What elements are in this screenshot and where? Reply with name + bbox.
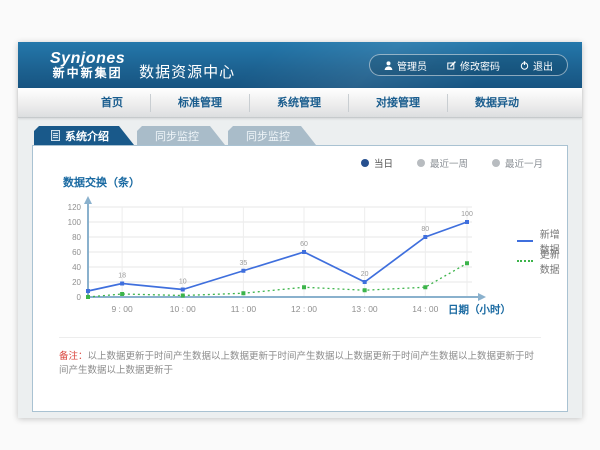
tab-label: 同步监控 [246,128,290,144]
logo-text-en: Synjones [50,50,125,68]
company-logo: Synjones 新中新集团 [50,50,125,81]
chart-area: 0 20 40 60 80 100 120 9 : 00 10 : 00 11 : 00 12 : … [33,193,567,331]
svg-text:10: 10 [179,279,187,286]
chart-legend: 新增数据 更新数据 [517,231,567,331]
tab-system-intro[interactable]: 系统介绍 [34,126,134,145]
radio-label: 最近一周 [430,156,468,170]
tab-bar: 系统介绍 同步监控 同步监控 [34,126,568,145]
radio-last-week[interactable]: 最近一周 [417,156,468,170]
svg-text:13 : 00: 13 : 00 [352,304,378,314]
radio-label: 最近一月 [505,156,543,170]
current-user-label: 管理员 [397,58,427,73]
svg-text:40: 40 [72,263,81,272]
tab-sync-monitor-2[interactable]: 同步监控 [228,126,316,145]
svg-text:100: 100 [68,218,82,227]
svg-text:14 : 00: 14 : 00 [412,304,438,314]
svg-text:20: 20 [361,271,369,278]
svg-text:0: 0 [77,293,82,302]
legend-line-solid [517,240,533,242]
svg-text:日期（小时）: 日期（小时） [448,303,511,316]
nav-item-standard-mgmt[interactable]: 标准管理 [150,94,249,112]
logout-label: 退出 [533,58,553,73]
radio-icon [361,159,369,167]
user-menu: 管理员 修改密码 退出 [369,54,568,76]
svg-text:80: 80 [421,226,429,233]
page-title: 数据资源中心 [139,61,235,82]
change-password-button[interactable]: 修改密码 [437,58,510,73]
app-header: Synjones 新中新集团 数据资源中心 管理员 修改密码 退出 [18,42,582,88]
nav-item-system-mgmt[interactable]: 系统管理 [249,94,348,112]
svg-text:35: 35 [239,260,247,267]
change-password-label: 修改密码 [460,58,500,73]
power-icon [520,61,529,70]
legend-label: 更新数据 [540,246,567,276]
chart-panel: 当日 最近一周 最近一月 数据交换（条） 0 20 40 60 80 100 120 9 : … [32,145,568,412]
radio-today[interactable]: 当日 [361,156,393,170]
nav-item-interface-mgmt[interactable]: 对接管理 [348,94,447,112]
svg-text:80: 80 [72,233,81,242]
radio-last-month[interactable]: 最近一月 [492,156,543,170]
note-prefix: 备注： [59,351,88,362]
svg-text:20: 20 [72,278,81,287]
legend-line-dotted [517,260,533,262]
edit-icon [447,61,456,70]
tab-label: 同步监控 [155,128,199,144]
content-area: 系统介绍 同步监控 同步监控 当日 最近一周 [18,118,582,418]
radio-icon [417,159,425,167]
y-axis-title: 数据交换（条） [63,174,567,189]
svg-text:12 : 00: 12 : 00 [291,304,317,314]
legend-item-update-data: 更新数据 [517,251,567,271]
svg-text:60: 60 [72,248,81,257]
nav-item-data-change[interactable]: 数据异动 [447,94,546,112]
svg-text:100: 100 [461,211,473,218]
logout-button[interactable]: 退出 [510,58,563,73]
user-icon [384,61,393,70]
svg-text:9 : 00: 9 : 00 [111,304,133,314]
logo-text-cn: 新中新集团 [53,67,123,80]
current-user-button[interactable]: 管理员 [374,58,437,73]
svg-text:11 : 00: 11 : 00 [231,304,257,314]
radio-label: 当日 [374,156,393,170]
note-text: 以上数据更新于时间产生数据以上数据更新于时间产生数据以上数据更新于时间产生数据以… [59,351,534,376]
time-range-filter: 当日 最近一周 最近一月 [33,146,567,170]
document-icon [51,130,60,141]
nav-item-home[interactable]: 首页 [74,94,150,112]
svg-text:10 : 00: 10 : 00 [170,304,196,314]
footer-note: 备注：以上数据更新于时间产生数据以上数据更新于时间产生数据以上数据更新于时间产生… [59,337,541,378]
main-nav: 首页 标准管理 系统管理 对接管理 数据异动 [18,88,582,118]
tab-label: 系统介绍 [65,128,109,144]
radio-icon [492,159,500,167]
app-window: Synjones 新中新集团 数据资源中心 管理员 修改密码 退出 首页 标准管… [18,42,582,418]
tab-sync-monitor-1[interactable]: 同步监控 [137,126,225,145]
svg-text:60: 60 [300,241,308,248]
svg-text:120: 120 [68,203,82,212]
line-chart: 0 20 40 60 80 100 120 9 : 00 10 : 00 11 : 00 12 : … [49,193,515,331]
svg-text:18: 18 [118,273,126,280]
